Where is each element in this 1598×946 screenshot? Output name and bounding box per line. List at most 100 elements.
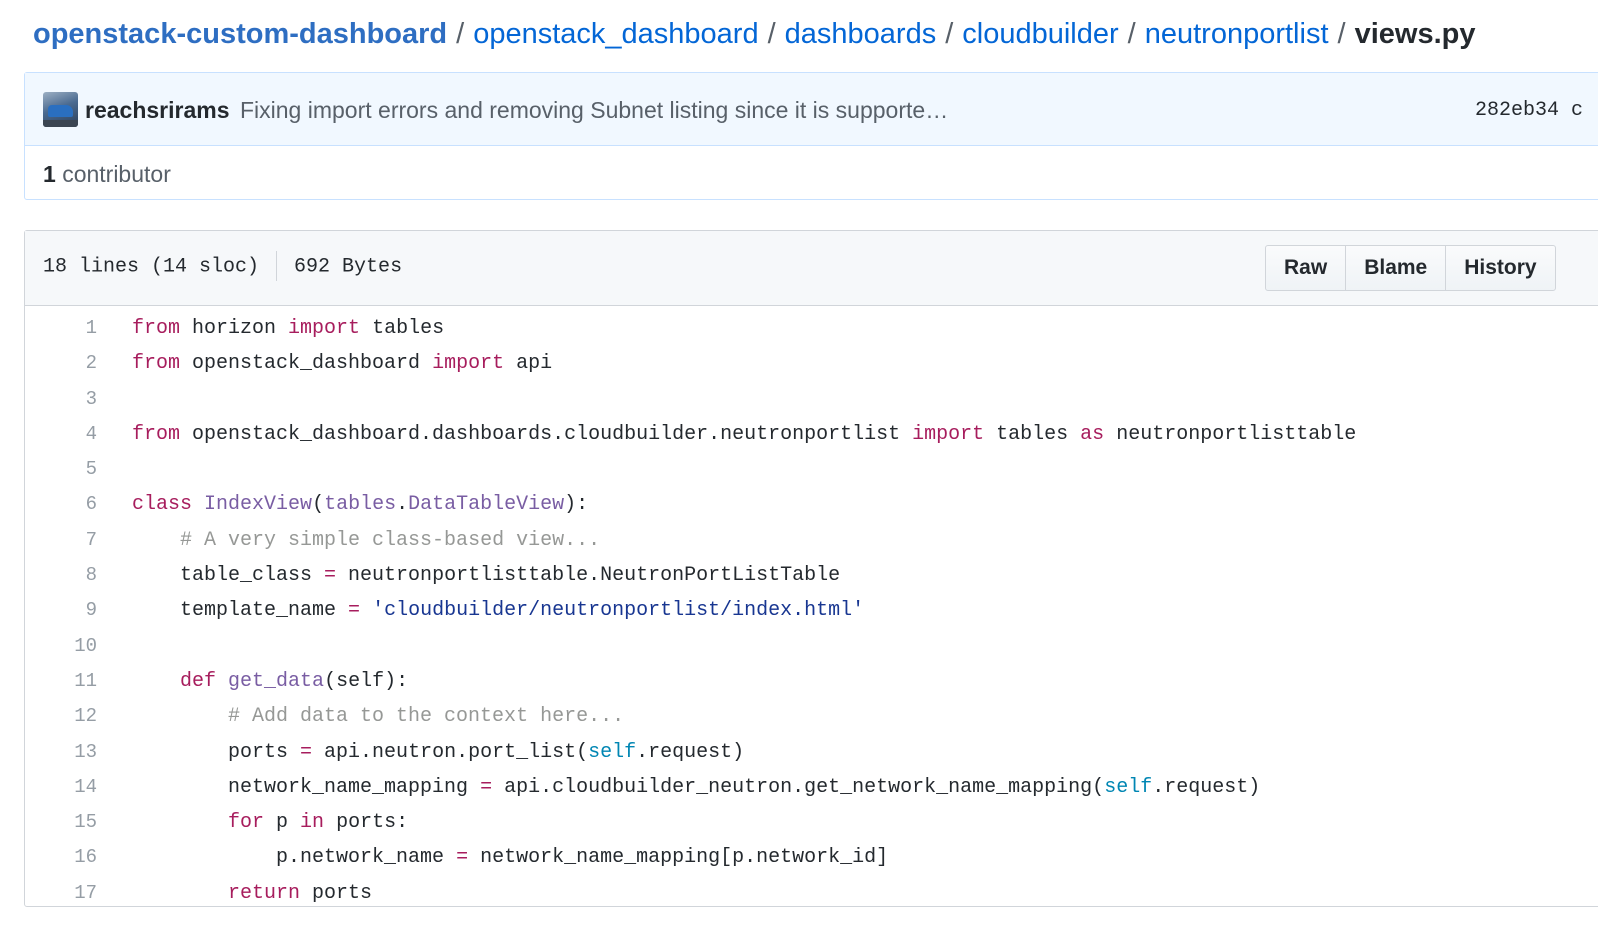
- breadcrumb: openstack-custom-dashboard / openstack_das…: [33, 14, 1475, 54]
- file-header: 18 lines (14 sloc) 692 Bytes Raw Blame Hi…: [25, 231, 1598, 306]
- code-token: =: [456, 846, 469, 870]
- line-number[interactable]: 14: [25, 770, 97, 805]
- code-line: 12 # Add data to the context here...: [25, 699, 1598, 734]
- code-line: 15 for p in ports:: [25, 805, 1598, 840]
- line-number[interactable]: 17: [25, 876, 97, 911]
- code-token: ):: [564, 493, 589, 517]
- line-code: # Add data to the context here...: [132, 699, 624, 734]
- line-code: class IndexView(tables.DataTableView):: [132, 487, 588, 522]
- code-token: def: [180, 669, 217, 693]
- line-number[interactable]: 8: [25, 558, 97, 593]
- line-code: from openstack_dashboard.dashboards.clou…: [132, 417, 1356, 452]
- history-button[interactable]: History: [1445, 245, 1556, 291]
- line-code: p.network_name = network_name_mapping[p.…: [132, 840, 888, 875]
- code-line: 4 from openstack_dashboard.dashboards.clo…: [25, 417, 1598, 452]
- line-code: template_name = 'cloudbuilder/neutronpor…: [132, 593, 864, 628]
- code-token: ports:: [324, 811, 409, 835]
- line-number[interactable]: 5: [25, 452, 97, 487]
- code-token: neutronportlisttable.NeutronPortListTabl…: [336, 564, 841, 588]
- blame-button[interactable]: Blame: [1345, 245, 1447, 291]
- code-token: class: [132, 493, 193, 517]
- code-token: tables: [324, 493, 397, 517]
- breadcrumb-link-cloudbuilder[interactable]: cloudbuilder: [962, 18, 1118, 50]
- code-line: 14 network_name_mapping = api.cloudbuild…: [25, 770, 1598, 805]
- code-line: 1 from horizon import tables: [25, 311, 1598, 346]
- line-code: ports = api.neutron.port_list(self.reque…: [132, 735, 744, 770]
- code-line: 10: [25, 629, 1598, 664]
- line-number[interactable]: 7: [25, 523, 97, 558]
- line-number[interactable]: 3: [25, 382, 97, 417]
- code-token: api.cloudbuilder_neutron.get_network_nam…: [492, 775, 1105, 799]
- contributor-count: 1: [43, 161, 56, 187]
- file-actions: Raw Blame History: [1265, 245, 1556, 291]
- code-token: as: [1080, 422, 1105, 446]
- breadcrumb-separator: /: [1127, 18, 1136, 50]
- line-code: for p in ports:: [132, 805, 408, 840]
- commit-header: reachsrirams Fixing import errors and re…: [25, 73, 1598, 146]
- breadcrumb-separator: /: [767, 18, 776, 50]
- code-token: import: [432, 352, 505, 376]
- line-code: from horizon import tables: [132, 311, 444, 346]
- code-token: p: [264, 811, 301, 835]
- line-number[interactable]: 2: [25, 346, 97, 381]
- line-number[interactable]: 9: [25, 593, 97, 628]
- breadcrumb-current-file: views.py: [1354, 18, 1476, 50]
- code-token: return: [228, 881, 301, 905]
- code-line: 2 from openstack_dashboard import api: [25, 346, 1598, 381]
- code-token: horizon: [180, 317, 289, 340]
- code-token: in: [300, 811, 325, 835]
- latest-commit-box: reachsrirams Fixing import errors and re…: [24, 72, 1598, 200]
- code-line: 11 def get_data(self):: [25, 664, 1598, 699]
- line-number[interactable]: 10: [25, 629, 97, 664]
- code-token: openstack_dashboard.dashboards.cloudbuil…: [180, 422, 913, 446]
- code-token: self: [1104, 775, 1153, 799]
- code-line: 17 return ports: [25, 876, 1598, 911]
- code-token: 'cloudbuilder/neutronportlist/index.html…: [372, 599, 865, 623]
- line-number[interactable]: 1: [25, 311, 97, 346]
- code-line: 16 p.network_name = network_name_mapping…: [25, 840, 1598, 875]
- code-token: ports: [132, 740, 301, 764]
- breadcrumb-separator: /: [945, 18, 954, 50]
- line-number[interactable]: 6: [25, 487, 97, 522]
- raw-button[interactable]: Raw: [1265, 245, 1347, 291]
- file-info: 18 lines (14 sloc) 692 Bytes: [43, 251, 402, 281]
- breadcrumb-repo-link[interactable]: openstack-custom-dashboard: [33, 18, 447, 50]
- line-number[interactable]: 11: [25, 664, 97, 699]
- commit-author-link[interactable]: reachsrirams: [85, 95, 230, 125]
- avatar[interactable]: [43, 92, 78, 127]
- code-token: ports: [300, 881, 373, 905]
- code-token: DataTableView: [408, 493, 565, 517]
- line-code: table_class = neutronportlisttable.Neutr…: [132, 558, 840, 593]
- breadcrumb-link-openstack-dashboard[interactable]: openstack_dashboard: [473, 18, 758, 50]
- avatar-car: [48, 105, 73, 117]
- contributors-summary[interactable]: 1 contributor: [43, 159, 171, 189]
- commit-message-link[interactable]: Fixing import errors and removing Subnet…: [240, 95, 948, 125]
- code-listing: 1 from horizon import tables 2 from opensta…: [25, 311, 1598, 911]
- line-number[interactable]: 16: [25, 840, 97, 875]
- code-token: from: [132, 352, 181, 376]
- code-token: from: [132, 317, 181, 340]
- code-token: # A very simple class-based view...: [180, 528, 601, 552]
- code-token: (: [312, 493, 325, 517]
- code-token: p.network_name: [132, 846, 457, 870]
- code-token: self: [588, 740, 637, 764]
- commit-sha-link[interactable]: 282eb34 c: [1475, 97, 1583, 125]
- line-code: from openstack_dashboard import api: [132, 346, 552, 381]
- breadcrumb-link-dashboards[interactable]: dashboards: [785, 18, 937, 50]
- breadcrumb-link-neutronportlist[interactable]: neutronportlist: [1145, 18, 1329, 50]
- line-number[interactable]: 15: [25, 805, 97, 840]
- line-number[interactable]: 12: [25, 699, 97, 734]
- line-number[interactable]: 4: [25, 417, 97, 452]
- avatar-road: [43, 120, 78, 127]
- code-token: =: [348, 599, 361, 623]
- line-code: network_name_mapping = api.cloudbuilder_…: [132, 770, 1260, 805]
- line-number[interactable]: 13: [25, 735, 97, 770]
- code-token: table_class: [132, 564, 325, 588]
- code-token: from: [132, 422, 181, 446]
